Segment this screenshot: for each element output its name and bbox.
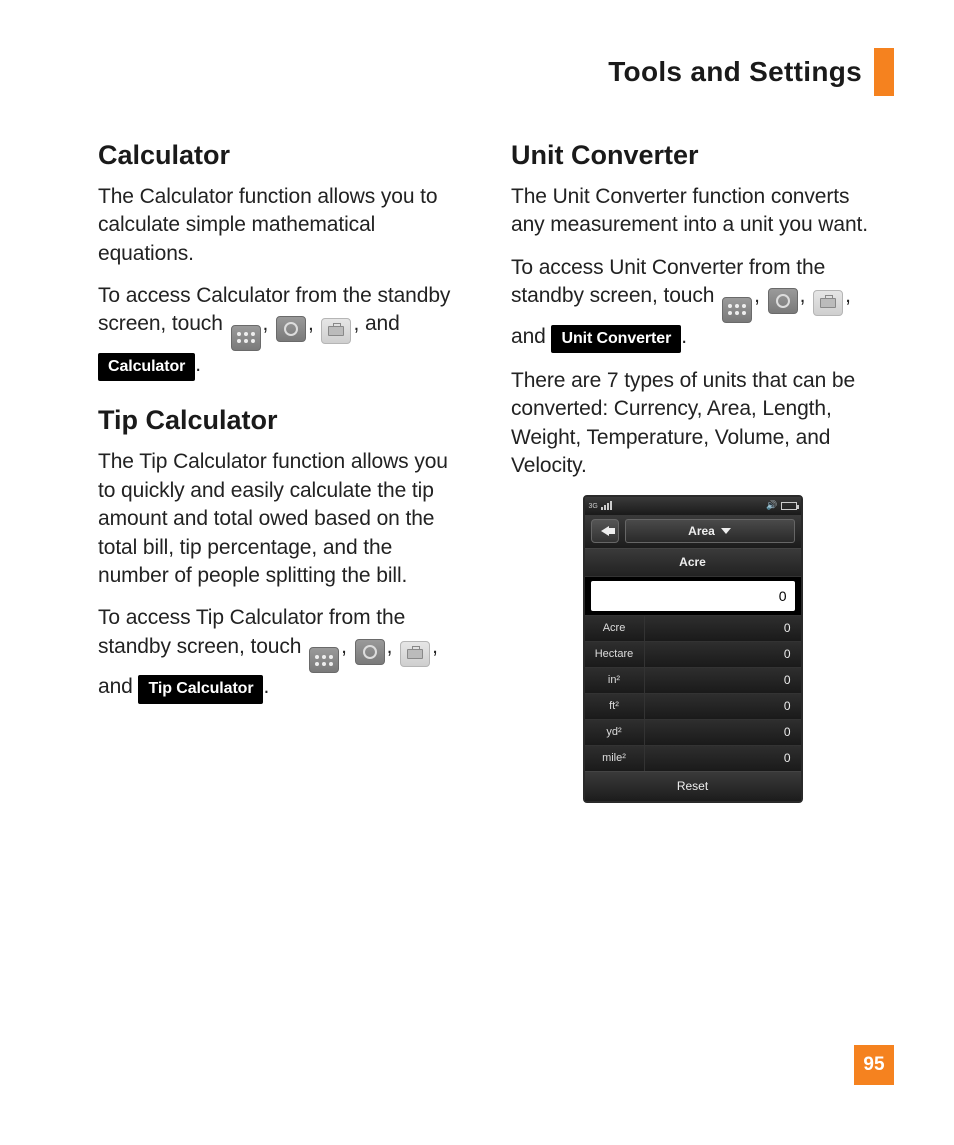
unit-value: 0 (645, 725, 801, 739)
selected-unit-label: Acre (585, 549, 801, 577)
back-arrow-icon (601, 526, 609, 536)
phone-topbar: Area (585, 515, 801, 549)
text: , (263, 312, 274, 335)
header-accent-bar (874, 48, 894, 96)
right-column: Unit Converter The Unit Converter functi… (511, 140, 874, 803)
dropdown-label: Area (688, 524, 715, 538)
unit-name: in² (585, 668, 645, 693)
unit-converter-heading: Unit Converter (511, 140, 874, 171)
text: , and (353, 312, 399, 335)
calculator-heading: Calculator (98, 140, 461, 171)
unit-name: Acre (585, 616, 645, 641)
unit-row: ft²0 (585, 693, 801, 719)
unit-row: yd²0 (585, 719, 801, 745)
unit-value: 0 (645, 751, 801, 765)
tip-calculator-desc: The Tip Calculator function allows you t… (98, 448, 461, 590)
unit-value: 0 (645, 673, 801, 687)
unit-name: ft² (585, 694, 645, 719)
unit-name: mile² (585, 746, 645, 771)
network-label: 3G (589, 503, 598, 510)
unit-rows: Acre0 Hectare0 in²0 ft²0 yd²0 mile²0 (585, 615, 801, 771)
value-input[interactable]: 0 (591, 581, 795, 611)
briefcase-icon (400, 641, 430, 667)
text: , (308, 312, 319, 335)
gear-icon (276, 316, 306, 342)
tip-calculator-badge: Tip Calculator (138, 675, 263, 704)
signal-icon: 3G (589, 501, 612, 510)
text: . (263, 675, 269, 698)
briefcase-icon (813, 290, 843, 316)
calculator-desc: The Calculator function allows you to ca… (98, 183, 461, 268)
manual-page: Tools and Settings Calculator The Calcul… (0, 0, 954, 1145)
value-input-text: 0 (779, 588, 787, 604)
chevron-down-icon (721, 528, 731, 534)
content-columns: Calculator The Calculator function allow… (98, 140, 874, 803)
reset-label: Reset (677, 779, 708, 793)
text: , (341, 635, 352, 658)
unit-converter-access: To access Unit Converter from the standb… (511, 254, 874, 353)
tip-calculator-access: To access Tip Calculator from the standb… (98, 604, 461, 703)
text: , (754, 284, 765, 307)
unit-converter-badge: Unit Converter (551, 325, 681, 354)
calculator-badge: Calculator (98, 353, 195, 382)
unit-value: 0 (645, 699, 801, 713)
category-dropdown[interactable]: Area (625, 519, 795, 543)
unit-name: Hectare (585, 642, 645, 667)
text: . (681, 325, 687, 348)
phone-mockup: 3G 🔊 Area Acre 0 (583, 495, 803, 803)
reset-button[interactable]: Reset (585, 771, 801, 801)
unit-row: in²0 (585, 667, 801, 693)
unit-value: 0 (645, 647, 801, 661)
gear-icon (355, 639, 385, 665)
gear-icon (768, 288, 798, 314)
unit-row: Acre0 (585, 615, 801, 641)
briefcase-icon (321, 318, 351, 344)
unit-value: 0 (645, 621, 801, 635)
text: . (195, 353, 201, 376)
status-right: 🔊 (766, 500, 796, 511)
page-header: Tools and Settings (608, 48, 894, 96)
battery-icon (781, 502, 797, 510)
unit-row: mile²0 (585, 745, 801, 771)
sound-icon: 🔊 (766, 500, 777, 511)
header-title: Tools and Settings (608, 56, 862, 88)
phone-statusbar: 3G 🔊 (585, 497, 801, 515)
tip-calculator-heading: Tip Calculator (98, 405, 461, 436)
left-column: Calculator The Calculator function allow… (98, 140, 461, 803)
page-number: 95 (854, 1045, 894, 1085)
unit-converter-desc: The Unit Converter function converts any… (511, 183, 874, 240)
text: , (387, 635, 398, 658)
apps-grid-icon (722, 297, 752, 323)
back-button[interactable] (591, 519, 619, 543)
text: , (800, 284, 811, 307)
apps-grid-icon (309, 647, 339, 673)
calculator-access: To access Calculator from the standby sc… (98, 282, 461, 381)
apps-grid-icon (231, 325, 261, 351)
unit-name: yd² (585, 720, 645, 745)
unit-row: Hectare0 (585, 641, 801, 667)
unit-converter-types: There are 7 types of units that can be c… (511, 367, 874, 480)
